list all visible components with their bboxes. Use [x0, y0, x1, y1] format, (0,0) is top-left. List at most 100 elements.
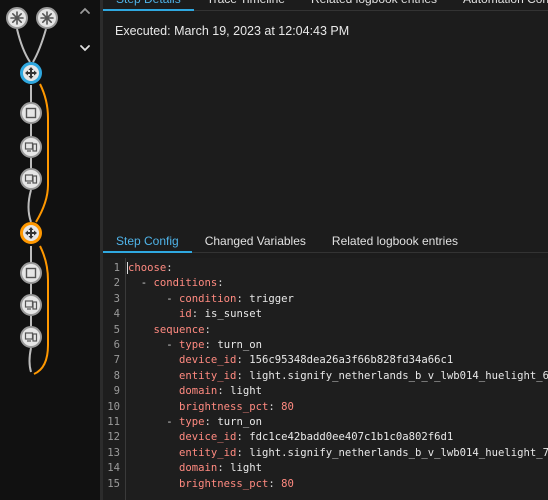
code-text: brightness_pct: 80	[128, 400, 294, 415]
action-device-4-node[interactable]	[20, 326, 42, 348]
yaml-key: condition	[179, 292, 237, 305]
yaml-separator: :	[166, 262, 173, 274]
executed-timestamp: Executed: March 19, 2023 at 12:04:43 PM	[115, 24, 350, 38]
yaml-value: light	[230, 385, 262, 398]
code-line: 15 brightness_pct: 80	[103, 477, 548, 492]
tab-step-config[interactable]: Step Config	[103, 232, 192, 253]
line-number: 8	[113, 369, 120, 382]
yaml-value: turn_on	[217, 339, 262, 351]
yaml-separator: :	[236, 431, 250, 444]
text-cursor	[127, 262, 128, 274]
yaml-key: device_id	[179, 431, 237, 444]
line-number: 13	[107, 446, 120, 459]
trigger-2-node[interactable]	[36, 7, 58, 29]
trigger-1-node[interactable]	[6, 7, 28, 29]
line-number: 15	[107, 477, 120, 490]
yaml-value: turn_on	[217, 416, 262, 428]
code-line: 9 domain: light	[103, 384, 548, 399]
devices-icon	[24, 174, 38, 184]
tab-step-related-logbook-entries[interactable]: Related logbook entries	[319, 232, 471, 252]
chevron-up-icon[interactable]	[78, 4, 92, 18]
yaml-value: 80	[281, 477, 294, 490]
code-line: 14 domain: light	[103, 461, 548, 476]
yaml-separator: :	[191, 308, 205, 321]
code-line: 6 - type: turn_on	[103, 338, 548, 353]
code-line: 1 choose:	[103, 261, 548, 276]
yaml-separator: :	[217, 462, 231, 475]
yaml-value: is_sunset	[204, 308, 262, 321]
tab-step-details[interactable]: Step Details	[103, 0, 194, 11]
yaml-value: 156c95348dea26a3f66b828fd34a66c1	[249, 354, 454, 367]
devices-icon	[24, 142, 38, 152]
choose-1-node[interactable]	[20, 62, 42, 84]
line-number: 7	[113, 354, 120, 367]
code-text: sequence:	[128, 323, 211, 338]
code-line: 11 - type: turn_on	[103, 415, 548, 430]
action-stop-2-node[interactable]	[20, 262, 42, 284]
trace-details-panel: Step Details Trace Timeline Related logb…	[103, 0, 548, 500]
yaml-key: brightness_pct	[179, 400, 269, 413]
code-line: 7 device_id: 156c95348dea26a3f66b828fd34…	[103, 353, 548, 368]
yaml-separator: :	[268, 400, 282, 413]
action-stop-1-node[interactable]	[20, 102, 42, 124]
line-number: 2	[113, 277, 120, 290]
line-number: 1	[113, 262, 120, 274]
code-text: device_id: fdc1ce42badd0ee407c1b1c0a802f…	[128, 430, 453, 445]
yaml-key: type	[179, 339, 205, 351]
code-line: 13 entity_id: light.signify_netherlands_…	[103, 446, 548, 461]
yaml-separator: :	[236, 354, 250, 367]
yaml-key: id	[179, 308, 192, 321]
yaml-value: light.signify_netherlands_b_v_lwb014_hue…	[249, 369, 548, 382]
tab-related-logbook-entries[interactable]: Related logbook entries	[298, 0, 450, 10]
tab-trace-timeline[interactable]: Trace Timeline	[194, 0, 298, 10]
code-text: brightness_pct: 80	[128, 477, 294, 492]
yaml-separator: :	[236, 446, 250, 459]
yaml-key: domain	[179, 462, 218, 475]
code-indent: -	[128, 339, 180, 351]
yaml-value: fdc1ce42badd0ee407c1b1c0a802f6d1	[249, 431, 454, 444]
code-text: device_id: 156c95348dea26a3f66b828fd34a6…	[128, 353, 453, 368]
trace-graph	[0, 0, 70, 500]
code-line: 12 device_id: fdc1ce42badd0ee407c1b1c0a8…	[103, 430, 548, 445]
tab-changed-variables[interactable]: Changed Variables	[192, 232, 319, 252]
code-line: 8 entity_id: light.signify_netherlands_b…	[103, 369, 548, 384]
action-device-2-node[interactable]	[20, 168, 42, 190]
chevron-down-icon[interactable]	[78, 41, 92, 55]
code-text: - condition: trigger	[128, 292, 294, 307]
yaml-key: sequence	[153, 323, 205, 336]
arrow-decision-icon	[25, 227, 37, 239]
line-number: 9	[113, 385, 120, 398]
code-text: id: is_sunset	[128, 307, 262, 322]
code-text: domain: light	[128, 461, 262, 476]
arrow-decision-icon	[25, 67, 37, 79]
choose-2-node[interactable]	[20, 222, 42, 244]
yaml-key: choose	[128, 262, 167, 274]
line-number: 3	[113, 292, 120, 305]
action-device-3-node[interactable]	[20, 294, 42, 316]
top-tab-bar: Step Details Trace Timeline Related logb…	[103, 0, 548, 11]
tab-automation-config[interactable]: Automation Config	[450, 0, 548, 10]
yaml-separator: :	[204, 323, 211, 336]
action-device-1-node[interactable]	[20, 136, 42, 158]
line-number: 11	[107, 416, 120, 428]
yaml-code-editor[interactable]: 1 choose: 2 - conditions: 3 - condition: tr…	[103, 258, 548, 500]
square-icon	[25, 107, 37, 119]
yaml-separator: :	[204, 339, 218, 351]
yaml-key: type	[179, 416, 205, 428]
yaml-key: entity_id	[179, 369, 237, 382]
square-icon	[25, 267, 37, 279]
code-text: choose:	[128, 261, 173, 276]
yaml-key: domain	[179, 385, 218, 398]
code-text: - conditions:	[128, 276, 224, 291]
code-line: 5 sequence:	[103, 323, 548, 338]
bottom-tab-bar: Step Config Changed Variables Related lo…	[103, 232, 548, 253]
